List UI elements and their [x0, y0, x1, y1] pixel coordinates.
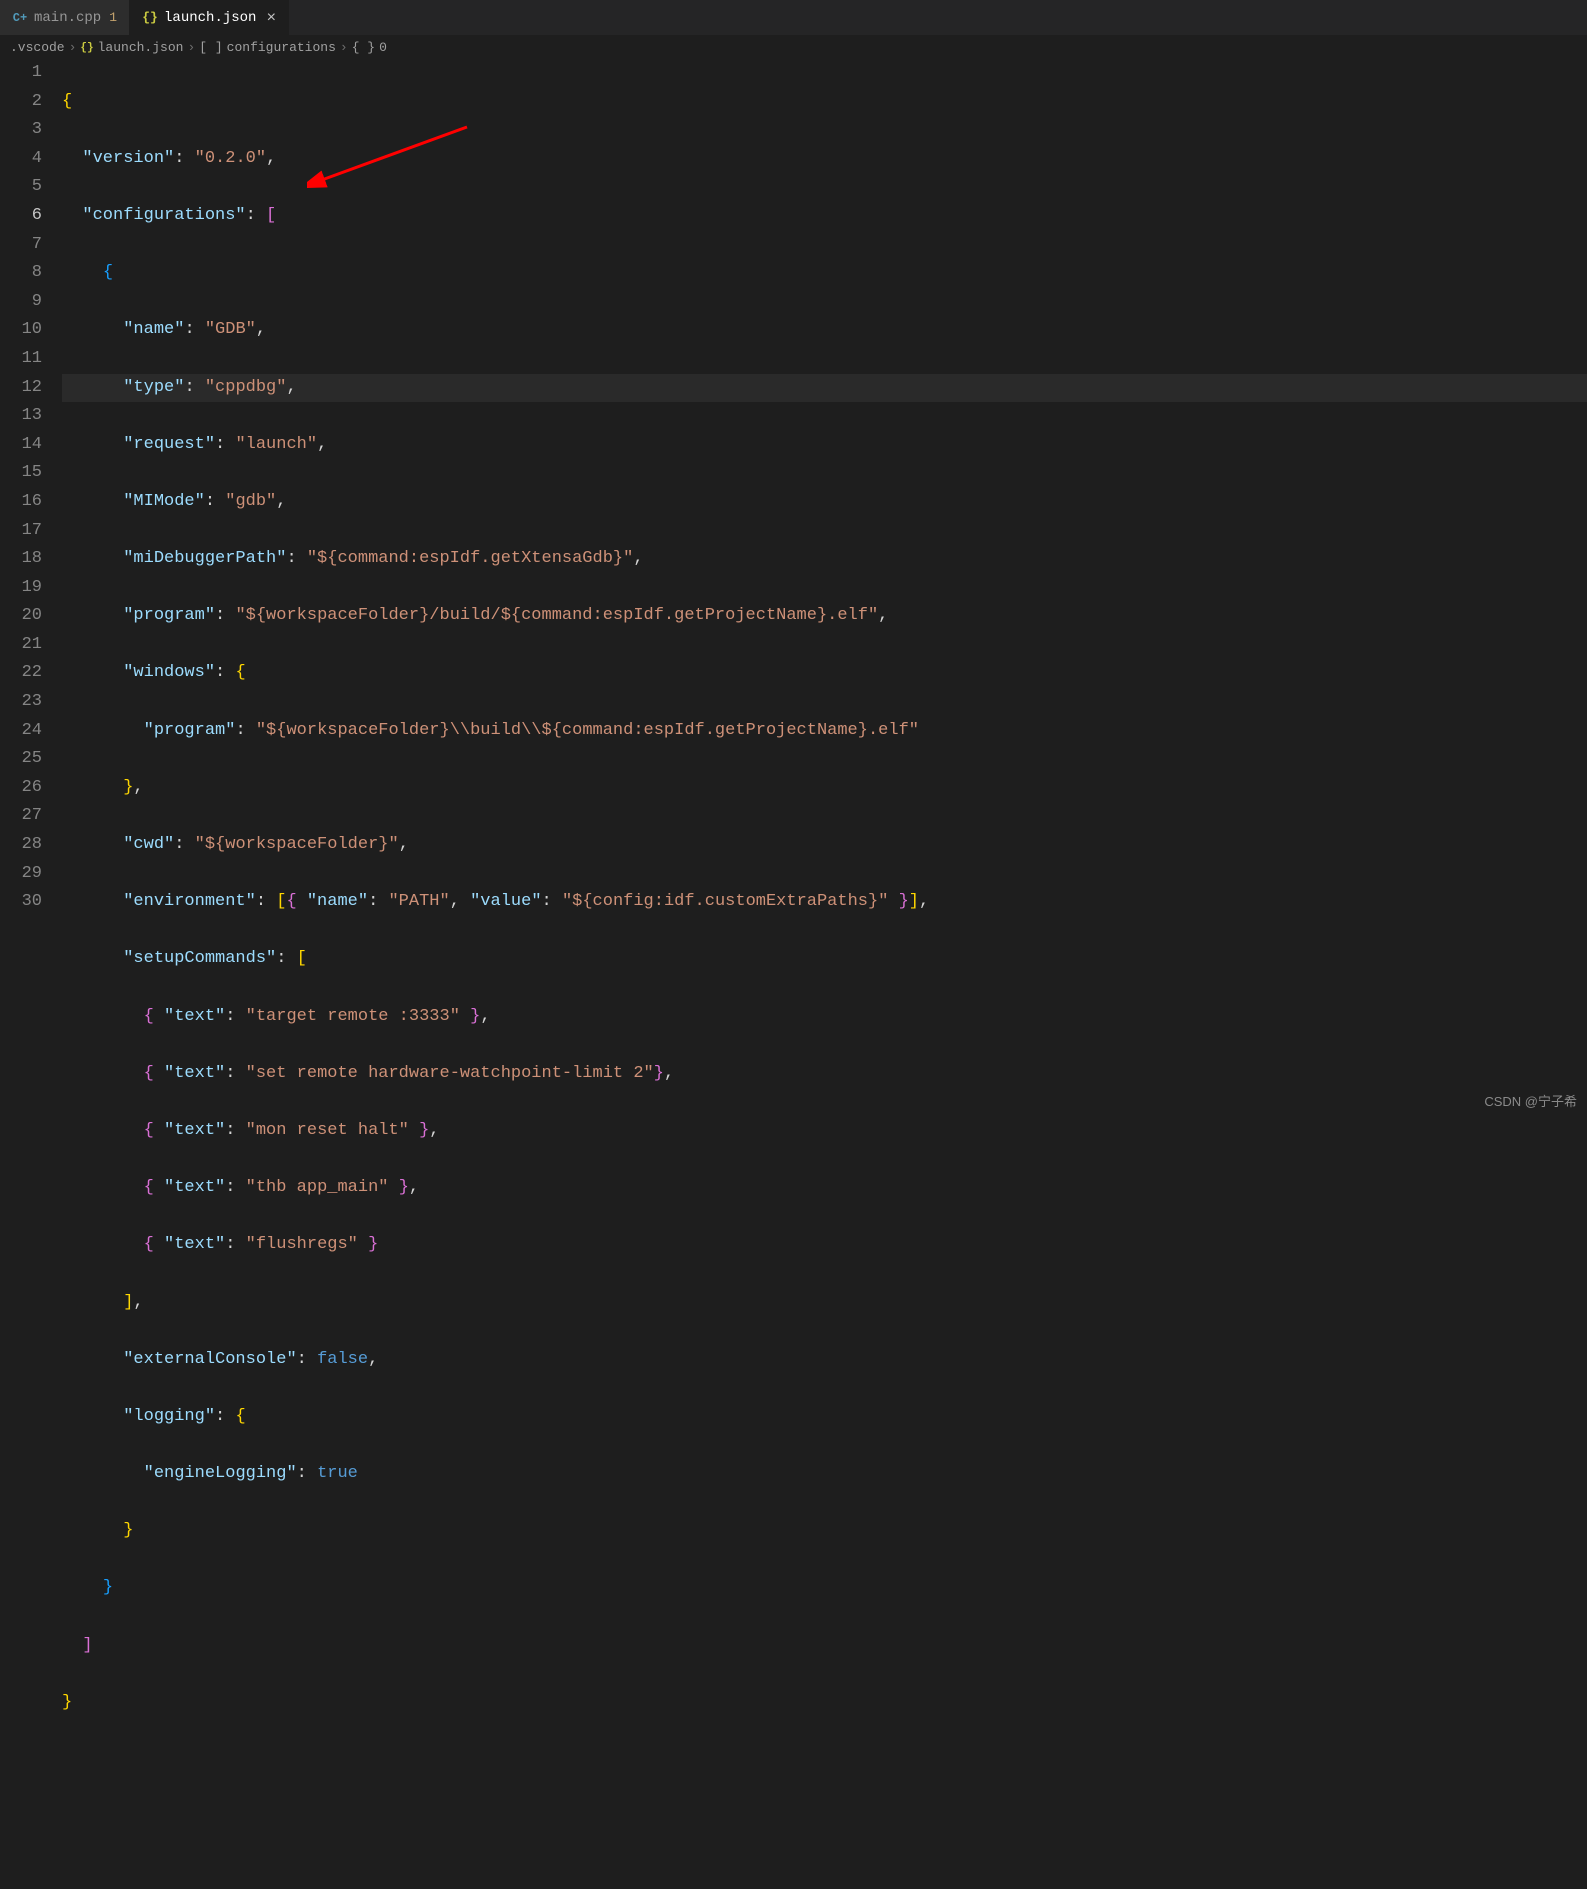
tab-launch-json[interactable]: {} launch.json × [130, 0, 289, 35]
line-number: 19 [0, 574, 42, 603]
code-line: "engineLogging": true [62, 1460, 1587, 1489]
tab-main-cpp[interactable]: C+ main.cpp 1 [0, 0, 130, 35]
chevron-right-icon: › [69, 40, 77, 55]
code-line: }, [62, 774, 1587, 803]
code-editor[interactable]: 1 2 3 4 5 6 7 8 9 10 11 12 13 14 15 16 1… [0, 59, 1587, 1889]
object-icon: { } [352, 40, 375, 55]
line-number: 29 [0, 860, 42, 889]
code-line: "name": "GDB", [62, 316, 1587, 345]
line-number: 10 [0, 316, 42, 345]
chevron-right-icon: › [187, 40, 195, 55]
line-number: 6 [0, 202, 42, 231]
line-number: 4 [0, 145, 42, 174]
code-line: { [62, 259, 1587, 288]
code-line: "type": "cppdbg", [62, 374, 1587, 403]
code-line: "environment": [{ "name": "PATH", "value… [62, 888, 1587, 917]
code-line: } [62, 1689, 1587, 1718]
code-line: "program": "${workspaceFolder}/build/${c… [62, 602, 1587, 631]
breadcrumb-array: configurations [227, 40, 336, 55]
line-number: 9 [0, 288, 42, 317]
code-line: ], [62, 1289, 1587, 1318]
code-line: { "text": "set remote hardware-watchpoin… [62, 1060, 1587, 1089]
line-number: 25 [0, 745, 42, 774]
json-icon: {} [142, 10, 158, 26]
code-line: { "text": "flushregs" } [62, 1231, 1587, 1260]
code-line: "cwd": "${workspaceFolder}", [62, 831, 1587, 860]
code-line [62, 1746, 1587, 1775]
line-number: 26 [0, 774, 42, 803]
watermark: CSDN @宁子希 [1484, 1091, 1577, 1110]
line-number: 30 [0, 888, 42, 917]
line-number: 13 [0, 402, 42, 431]
code-line: "windows": { [62, 659, 1587, 688]
code-line: "request": "launch", [62, 431, 1587, 460]
code-line: "logging": { [62, 1403, 1587, 1432]
line-number: 12 [0, 374, 42, 403]
line-number: 21 [0, 631, 42, 660]
tab-bar: C+ main.cpp 1 {} launch.json × [0, 0, 1587, 36]
line-number: 2 [0, 88, 42, 117]
chevron-right-icon: › [340, 40, 348, 55]
line-number: 5 [0, 173, 42, 202]
breadcrumb[interactable]: .vscode › {} launch.json › [ ] configura… [0, 36, 1587, 59]
line-number: 17 [0, 517, 42, 546]
line-number: 8 [0, 259, 42, 288]
line-number: 11 [0, 345, 42, 374]
line-number: 14 [0, 431, 42, 460]
code-line: "configurations": [ [62, 202, 1587, 231]
code-line: { "text": "target remote :3333" }, [62, 1003, 1587, 1032]
line-number: 20 [0, 602, 42, 631]
code-line: "setupCommands": [ [62, 945, 1587, 974]
code-content[interactable]: { "version": "0.2.0", "configurations": … [62, 59, 1587, 1889]
code-line: { "text": "mon reset halt" }, [62, 1117, 1587, 1146]
dirty-indicator: 1 [109, 10, 117, 25]
tab-label: launch.json [164, 10, 256, 26]
code-line: "program": "${workspaceFolder}\\build\\$… [62, 717, 1587, 746]
line-number: 1 [0, 59, 42, 88]
code-line: { "text": "thb app_main" }, [62, 1174, 1587, 1203]
line-number: 7 [0, 231, 42, 260]
code-line: } [62, 1574, 1587, 1603]
line-number: 27 [0, 802, 42, 831]
line-number: 22 [0, 659, 42, 688]
line-number: 28 [0, 831, 42, 860]
breadcrumb-index: 0 [379, 40, 387, 55]
code-line: { [62, 88, 1587, 117]
code-line: } [62, 1517, 1587, 1546]
line-number: 18 [0, 545, 42, 574]
code-line: "version": "0.2.0", [62, 145, 1587, 174]
close-icon[interactable]: × [266, 9, 276, 27]
code-line: "MIMode": "gdb", [62, 488, 1587, 517]
line-number: 16 [0, 488, 42, 517]
code-line: ] [62, 1632, 1587, 1661]
line-number: 24 [0, 717, 42, 746]
breadcrumb-folder: .vscode [10, 40, 65, 55]
line-number: 15 [0, 459, 42, 488]
json-icon: {} [80, 42, 93, 54]
code-line: "miDebuggerPath": "${command:espIdf.getX… [62, 545, 1587, 574]
cpp-icon: C+ [12, 10, 28, 26]
line-number: 23 [0, 688, 42, 717]
array-icon: [ ] [199, 40, 222, 55]
line-gutter: 1 2 3 4 5 6 7 8 9 10 11 12 13 14 15 16 1… [0, 59, 62, 1889]
breadcrumb-file: launch.json [98, 40, 184, 55]
tab-label: main.cpp [34, 10, 101, 26]
line-number: 3 [0, 116, 42, 145]
code-line: "externalConsole": false, [62, 1346, 1587, 1375]
